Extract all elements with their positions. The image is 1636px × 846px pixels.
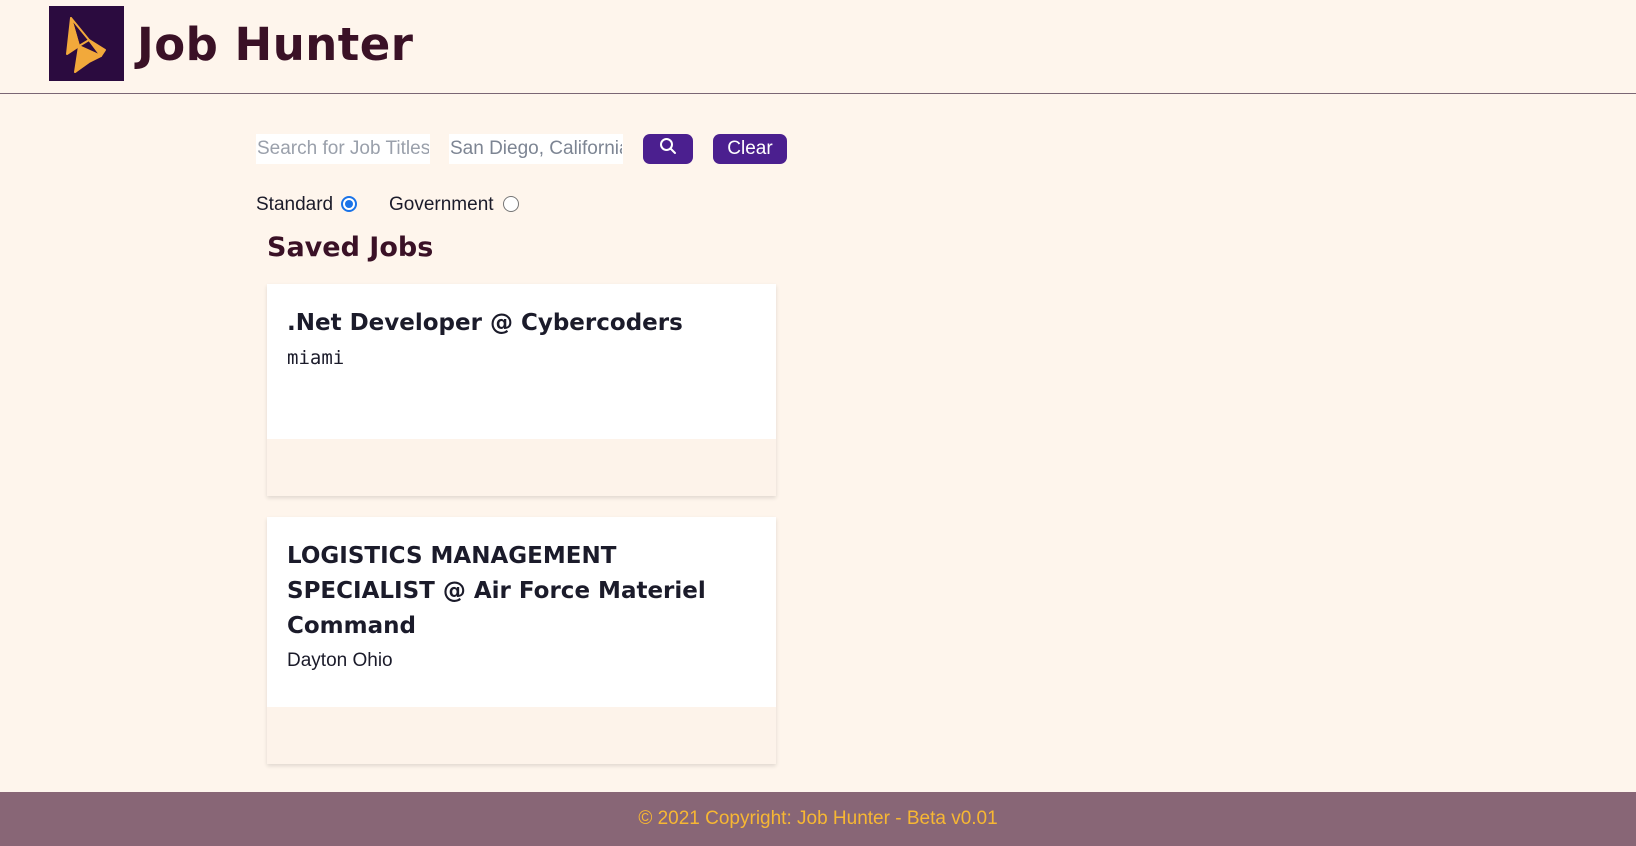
page-footer: © 2021 Copyright: Job Hunter - Beta v0.0… xyxy=(0,792,1636,846)
job-title-search-input[interactable] xyxy=(256,134,430,164)
saved-job-card-body: .Net Developer @ Cybercoders miami xyxy=(267,284,776,439)
saved-job-card-body: LOGISTICS MANAGEMENT SPECIALIST @ Air Fo… xyxy=(267,517,776,707)
standard-radio[interactable] xyxy=(341,196,357,212)
government-radio[interactable] xyxy=(503,196,519,212)
app-brand-title[interactable]: Job Hunter xyxy=(137,18,414,71)
job-title[interactable]: LOGISTICS MANAGEMENT SPECIALIST @ Air Fo… xyxy=(287,539,756,644)
app-header: Job Hunter xyxy=(0,0,1636,94)
saved-job-card[interactable]: LOGISTICS MANAGEMENT SPECIALIST @ Air Fo… xyxy=(267,517,776,764)
saved-job-card[interactable]: .Net Developer @ Cybercoders miami xyxy=(267,284,776,496)
clear-button[interactable]: Clear xyxy=(713,134,787,164)
job-location: Dayton Ohio xyxy=(287,650,393,671)
search-icon xyxy=(659,137,677,161)
saved-jobs-heading: Saved Jobs xyxy=(267,232,434,263)
standard-radio-label: Standard xyxy=(256,194,334,215)
job-location: miami xyxy=(287,347,345,369)
copyright-text: © 2021 Copyright: Job Hunter - Beta v0.0… xyxy=(638,808,998,829)
origami-crane-icon[interactable] xyxy=(49,6,124,81)
government-radio-label: Government xyxy=(389,194,494,215)
search-button[interactable] xyxy=(643,134,693,164)
job-title[interactable]: .Net Developer @ Cybercoders xyxy=(287,306,756,341)
location-input[interactable] xyxy=(449,134,623,164)
